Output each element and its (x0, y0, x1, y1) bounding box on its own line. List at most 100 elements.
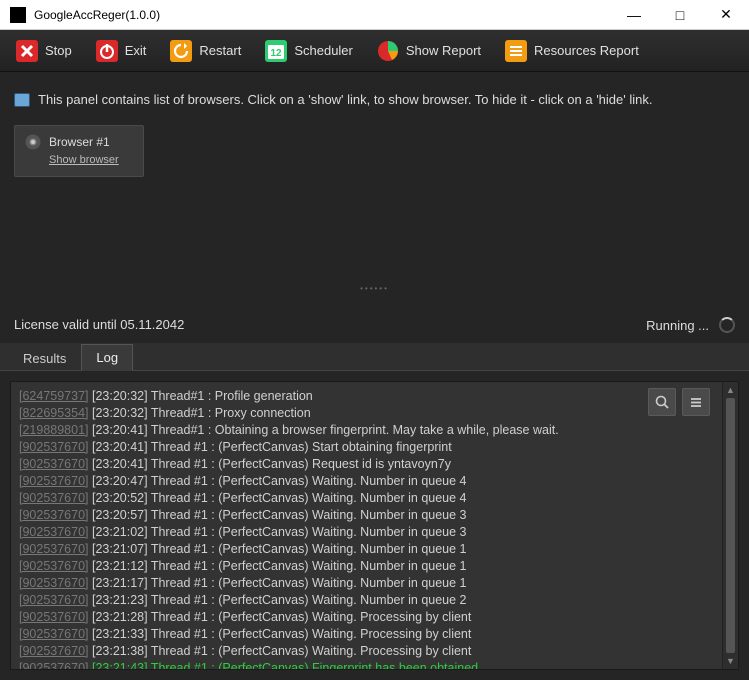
log-id[interactable]: [902537670] (19, 576, 89, 590)
log-line: [902537670] [23:21:38] Thread #1 : (Perf… (19, 643, 714, 660)
restart-label: Restart (199, 43, 241, 58)
log-text: [23:20:41] Thread #1 : (PerfectCanvas) S… (89, 440, 452, 454)
scheduler-button[interactable]: 12 Scheduler (255, 36, 363, 66)
scheduler-icon: 12 (265, 40, 287, 62)
log-line: [902537670] [23:21:07] Thread #1 : (Perf… (19, 541, 714, 558)
resources-report-label: Resources Report (534, 43, 639, 58)
stop-button[interactable]: Stop (6, 36, 82, 66)
log-id[interactable]: [624759737] (19, 389, 89, 403)
restart-icon (170, 40, 192, 62)
log-id[interactable]: [902537670] (19, 559, 89, 573)
log-id[interactable]: [902537670] (19, 508, 89, 522)
log-line: [902537670] [23:20:57] Thread #1 : (Perf… (19, 507, 714, 524)
spinner-icon (719, 317, 735, 333)
exit-icon (96, 40, 118, 62)
resources-report-button[interactable]: Resources Report (495, 36, 649, 66)
scheduler-label: Scheduler (294, 43, 353, 58)
show-report-button[interactable]: Show Report (367, 36, 491, 66)
log-id[interactable]: [902537670] (19, 525, 89, 539)
log-id[interactable]: [902537670] (19, 457, 89, 471)
log-text: [23:20:57] Thread #1 : (PerfectCanvas) W… (89, 508, 467, 522)
log-text: [23:21:02] Thread #1 : (PerfectCanvas) W… (89, 525, 467, 539)
log-text: [23:21:23] Thread #1 : (PerfectCanvas) W… (89, 593, 467, 607)
log-text: [23:21:43] Thread #1 : (PerfectCanvas) F… (89, 661, 479, 669)
exit-label: Exit (125, 43, 147, 58)
log-search-button[interactable] (648, 388, 676, 416)
scroll-thumb[interactable] (726, 398, 735, 653)
resources-report-icon (505, 40, 527, 62)
toolbar: Stop Exit Restart 12 Scheduler Show Repo… (0, 30, 749, 72)
tab-results[interactable]: Results (8, 345, 81, 371)
log-line: [902537670] [23:20:47] Thread #1 : (Perf… (19, 473, 714, 490)
log-id[interactable]: [902537670] (19, 593, 89, 607)
minimize-button[interactable]: — (611, 0, 657, 30)
log-line: [902537670] [23:21:43] Thread #1 : (Perf… (19, 660, 714, 669)
log-line: [902537670] [23:21:28] Thread #1 : (Perf… (19, 609, 714, 626)
scroll-up-icon[interactable]: ▲ (723, 382, 738, 398)
resize-grip[interactable]: •••••• (360, 284, 389, 293)
show-report-icon (377, 40, 399, 62)
log-text: [23:20:41] Thread#1 : Obtaining a browse… (89, 423, 559, 437)
app-icon (10, 7, 26, 23)
info-text: This panel contains list of browsers. Cl… (38, 92, 652, 107)
browser-panel: This panel contains list of browsers. Cl… (0, 72, 749, 315)
log-id[interactable]: [822695354] (19, 406, 89, 420)
window-title: GoogleAccReger(1.0.0) (34, 8, 611, 22)
log-text: [23:21:38] Thread #1 : (PerfectCanvas) W… (89, 644, 472, 658)
stop-label: Stop (45, 43, 72, 58)
log-line: [902537670] [23:20:41] Thread #1 : (Perf… (19, 439, 714, 456)
log-id[interactable]: [902537670] (19, 661, 89, 669)
exit-button[interactable]: Exit (86, 36, 157, 66)
log-id[interactable]: [902537670] (19, 474, 89, 488)
maximize-button[interactable]: □ (657, 0, 703, 30)
log-line: [902537670] [23:20:52] Thread #1 : (Perf… (19, 490, 714, 507)
log-id[interactable]: [902537670] (19, 440, 89, 454)
log-panel: [624759737] [23:20:32] Thread#1 : Profil… (0, 371, 749, 680)
log-line: [822695354] [23:20:32] Thread#1 : Proxy … (19, 405, 714, 422)
log-id[interactable]: [902537670] (19, 610, 89, 624)
tab-log[interactable]: Log (81, 344, 133, 371)
stop-icon (16, 40, 38, 62)
log-menu-button[interactable] (682, 388, 710, 416)
log-line: [624759737] [23:20:32] Thread#1 : Profil… (19, 388, 714, 405)
log-line: [219889801] [23:20:41] Thread#1 : Obtain… (19, 422, 714, 439)
log-id[interactable]: [902537670] (19, 644, 89, 658)
log-line: [902537670] [23:20:41] Thread #1 : (Perf… (19, 456, 714, 473)
status-bar: License valid until 05.11.2042 Running .… (0, 315, 749, 343)
log-scrollbar[interactable]: ▲ ▼ (722, 382, 738, 669)
log-text: [23:21:07] Thread #1 : (PerfectCanvas) W… (89, 542, 467, 556)
info-row: This panel contains list of browsers. Cl… (14, 92, 735, 107)
close-button[interactable]: ✕ (703, 0, 749, 30)
log-text: [23:21:12] Thread #1 : (PerfectCanvas) W… (89, 559, 467, 573)
log-line: [902537670] [23:21:23] Thread #1 : (Perf… (19, 592, 714, 609)
restart-button[interactable]: Restart (160, 36, 251, 66)
svg-text:12: 12 (271, 48, 283, 59)
log-id[interactable]: [902537670] (19, 542, 89, 556)
log-line: [902537670] [23:21:02] Thread #1 : (Perf… (19, 524, 714, 541)
browser-label: Browser #1 (49, 135, 110, 149)
tab-row: Results Log (0, 343, 749, 371)
show-browser-link[interactable]: Show browser (49, 154, 133, 166)
log-text: [23:20:32] Thread#1 : Proxy connection (89, 406, 311, 420)
log-text: [23:20:52] Thread #1 : (PerfectCanvas) W… (89, 491, 467, 505)
info-icon (14, 93, 30, 107)
log-text: [23:20:32] Thread#1 : Profile generation (89, 389, 313, 403)
running-text: Running ... (646, 318, 709, 333)
chrome-icon (25, 134, 41, 150)
scroll-down-icon[interactable]: ▼ (723, 653, 738, 669)
log-text: [23:21:33] Thread #1 : (PerfectCanvas) W… (89, 627, 472, 641)
browser-card: Browser #1 Show browser (14, 125, 144, 177)
log-text: [23:21:17] Thread #1 : (PerfectCanvas) W… (89, 576, 467, 590)
log-line: [902537670] [23:21:17] Thread #1 : (Perf… (19, 575, 714, 592)
show-report-label: Show Report (406, 43, 481, 58)
log-text: [23:21:28] Thread #1 : (PerfectCanvas) W… (89, 610, 472, 624)
log-id[interactable]: [902537670] (19, 491, 89, 505)
log-box: [624759737] [23:20:32] Thread#1 : Profil… (10, 381, 739, 670)
log-line: [902537670] [23:21:12] Thread #1 : (Perf… (19, 558, 714, 575)
log-id[interactable]: [219889801] (19, 423, 89, 437)
log-id[interactable]: [902537670] (19, 627, 89, 641)
log-text: [23:20:47] Thread #1 : (PerfectCanvas) W… (89, 474, 467, 488)
titlebar: GoogleAccReger(1.0.0) — □ ✕ (0, 0, 749, 30)
license-text: License valid until 05.11.2042 (14, 317, 184, 333)
log-lines: [624759737] [23:20:32] Thread#1 : Profil… (11, 382, 722, 669)
